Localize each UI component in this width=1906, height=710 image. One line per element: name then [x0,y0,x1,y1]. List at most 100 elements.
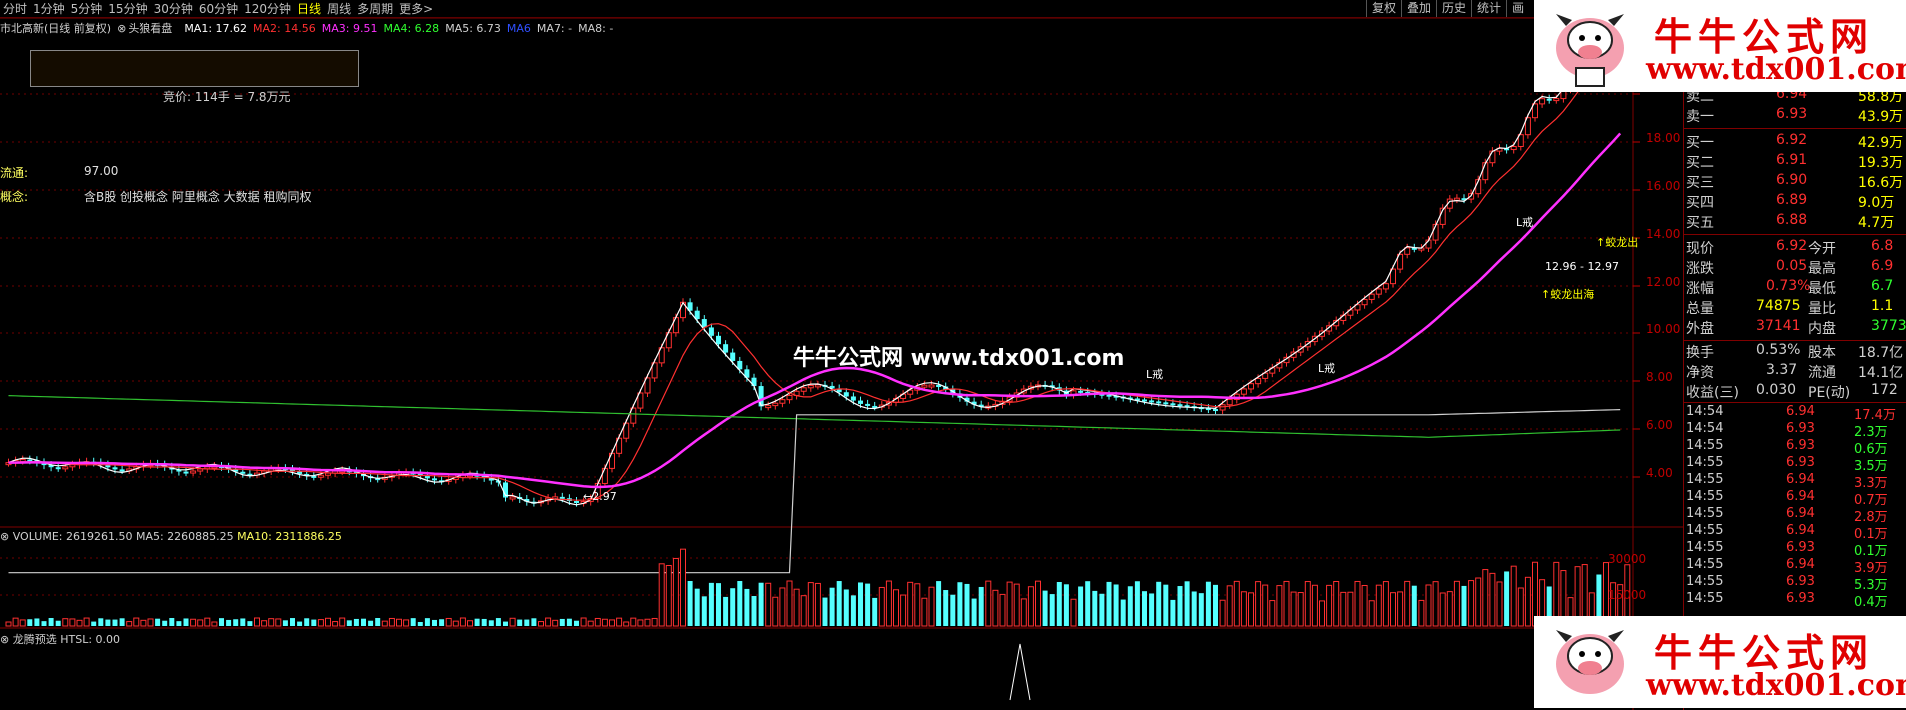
candle-body [921,384,928,388]
tick-time: 14:55 [1686,455,1724,470]
buy-label: 买三 [1686,175,1714,191]
buy-row[interactable]: 买四 6.89 9.0万 [1686,192,1906,212]
jie-annotation: L戒 [1146,368,1164,381]
tick-row: 14:55 6.94 3.3万 [1686,472,1906,491]
volume-bar [545,617,552,627]
volume-bar [1226,585,1233,627]
buy-row[interactable]: 买五 6.88 4.7万 [1686,212,1906,232]
volume-bar [119,618,125,626]
tick-row: 14:55 6.93 0.4万 [1686,591,1906,610]
sub-indicator-name: 龙腾预选 [12,633,57,646]
volume-bar [1404,580,1411,627]
candle-body [55,467,61,470]
volume-bar [1078,586,1084,626]
volume-bar [1269,600,1276,627]
buy-price: 6.90 [1776,172,1808,188]
candle-body [574,501,579,504]
volume-bar [339,617,346,627]
volume-bar [396,618,402,627]
ma4-line [8,395,1621,438]
volume-bar [439,619,445,626]
stat-label: 内盘 [1808,321,1836,337]
volume-bar [332,621,339,627]
volume-bar [850,595,856,626]
tick-time: 14:55 [1686,557,1724,572]
logo-url: www.tdx001.com [1646,52,1906,87]
volume-bar [76,619,83,627]
volume-bar [481,618,487,626]
volume-bar [517,619,523,626]
volume-bar [1411,585,1417,626]
stat2-label: 净资 [1686,365,1714,381]
price-axis-label: 8.00 [1646,370,1673,384]
volume-bar [452,620,459,627]
volume-bar [261,620,268,627]
volume-bar [254,617,260,627]
stat-value: 74875 [1756,298,1801,314]
volume-bar [55,620,61,626]
volume-bar [1297,592,1304,627]
volume-bar [672,557,679,627]
buy-volume: 19.3万 [1858,155,1904,171]
volume-bar [957,582,963,626]
volume-bar [211,621,218,627]
stat-value: 3773 [1871,318,1906,334]
volume-bar [361,618,366,626]
volume-bar [445,617,452,627]
volume-bar [1213,584,1218,626]
candle-body [807,385,814,389]
volume-bar [1290,591,1297,627]
tick-price: 6.94 [1786,404,1815,419]
volume-bar [1198,593,1204,626]
signal-spike [1009,643,1031,701]
stat-value: 37141 [1756,318,1801,334]
sell-price: 6.93 [1776,106,1808,122]
buy-row[interactable]: 买三 6.90 16.6万 [1686,172,1906,192]
brand-logo: 牛牛公式网 www.tdx001.com [1534,616,1906,708]
candle-body [1382,283,1389,290]
sub-indicator-toggle-icon[interactable]: ⊗ [0,633,9,646]
tick-time: 14:55 [1686,472,1724,487]
volume-bar [1468,580,1475,627]
volume-bar [708,582,714,626]
volume-bar [325,617,331,627]
volume-bar [190,618,197,627]
quote-divider [1684,234,1906,235]
volume-bar [353,618,359,626]
volume-bar [155,618,161,626]
volume-bar [503,621,508,626]
candle-body [1156,401,1162,404]
volume-bar [737,581,743,626]
volume-bar [1439,592,1446,627]
tick-row: 14:55 6.94 0.1万 [1686,523,1906,542]
volume-bar [872,597,878,626]
tick-price: 6.93 [1786,455,1815,470]
sell-row[interactable]: 卖一 6.93 43.9万 [1686,106,1906,126]
volume-bar [1149,593,1155,626]
volume-bar [27,619,33,626]
tick-price: 6.94 [1786,523,1815,538]
candle-body [800,387,807,392]
volume-bar [34,618,40,626]
volume-bar [574,620,579,626]
volume-bar [1461,585,1467,626]
watermark-text: 牛牛公式网 www.tdx001.com [793,346,1125,371]
volume-bar [247,621,253,626]
buy-row[interactable]: 买二 6.91 19.3万 [1686,152,1906,172]
buy-price: 6.91 [1776,152,1808,168]
volume-bar [637,619,644,627]
volume-bar [1056,582,1062,626]
volume-bar [1475,577,1482,627]
volume-bar [552,619,559,627]
volume-bar [1432,581,1439,627]
volume-bar [1127,586,1133,626]
candle-body [843,392,849,397]
buy-row[interactable]: 买一 6.92 42.9万 [1686,132,1906,152]
volume-bar [992,589,999,627]
candle-body [850,396,856,401]
volume-bar [723,596,729,626]
buy-label: 买一 [1686,135,1714,151]
candle-body [432,478,437,481]
candle-body [1177,404,1183,407]
volume-toggle-icon[interactable]: ⊗ [0,530,9,543]
